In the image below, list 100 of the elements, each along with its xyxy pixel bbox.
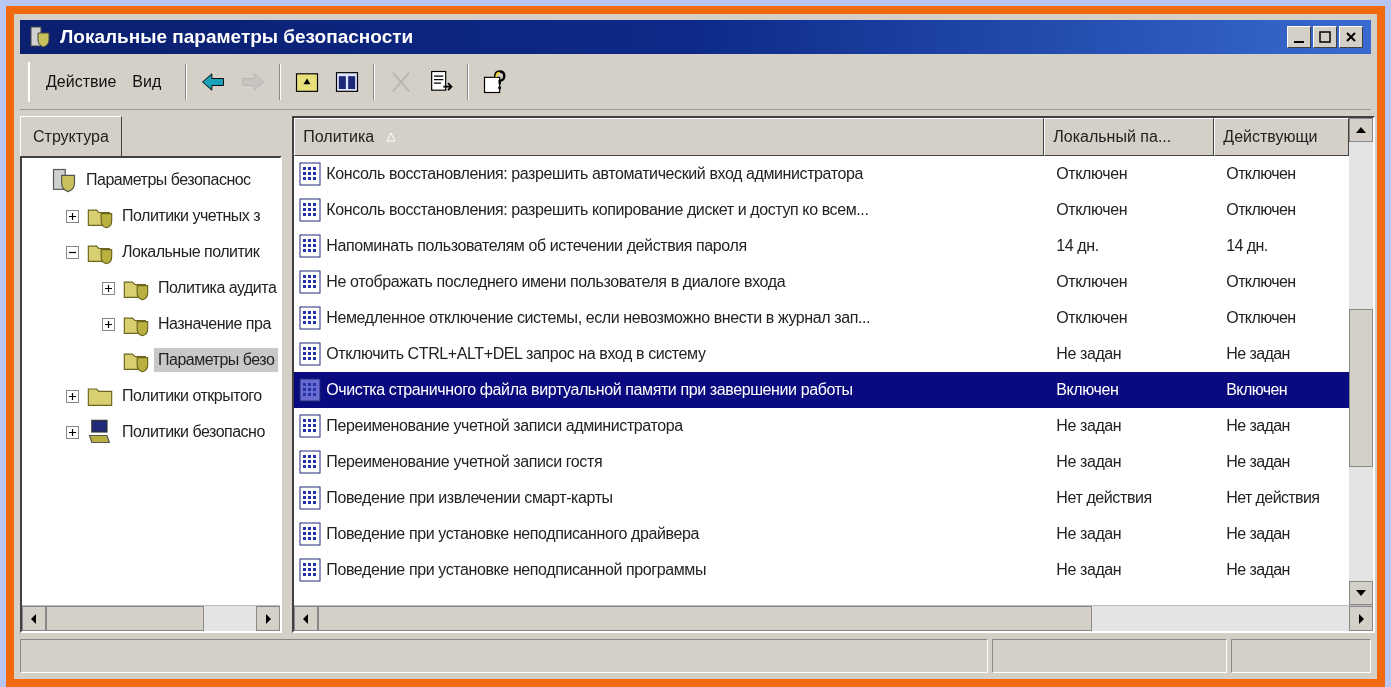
local-setting: Не задан (1055, 560, 1123, 580)
local-setting: Отключен (1055, 164, 1129, 184)
local-setting: Отключен (1055, 308, 1129, 328)
policy-name: Не отображать последнего имени пользователя в диалоге входа (326, 272, 786, 292)
local-setting: 14 дн. (1055, 236, 1100, 256)
tree-item[interactable]: Локальные политик (118, 240, 264, 264)
policy-row[interactable]: Напоминать пользователям об истечении действия пароля 14 дн. 14 дн. (294, 228, 1350, 264)
policy-row[interactable]: Поведение при извлечении смарт-карты Нет действия Нет действия (294, 480, 1350, 516)
policy-icon (298, 233, 323, 259)
tree-item[interactable]: Параметры безо (154, 348, 279, 372)
menu-item[interactable]: Вид (132, 69, 162, 94)
policy-row[interactable]: Консоль восстановления: разрешить автоматический вход администратора Отключен Отключен (294, 156, 1350, 192)
policy-row[interactable]: Поведение при установке неподписанного драйвера Не задан Не задан (294, 516, 1350, 552)
vertical-scrollbar[interactable] (1349, 118, 1374, 605)
local-setting: Включен (1055, 380, 1120, 400)
window-title: Локальные параметры безопасности (60, 24, 415, 49)
expander-toggle[interactable] (101, 317, 115, 331)
effective-setting: Отключен (1225, 200, 1297, 220)
plus-icon (67, 427, 77, 437)
scroll-up-icon (1356, 126, 1367, 134)
policy-row[interactable]: Немедленное отключение системы, если невозможно внести в журнал зап... Отключен Отключен (294, 300, 1350, 336)
local-setting: Не задан (1055, 524, 1123, 544)
local-setting: Не задан (1055, 416, 1123, 436)
expander-toggle[interactable] (65, 389, 79, 403)
local-setting: Отключен (1055, 272, 1129, 292)
expander-toggle[interactable] (65, 209, 79, 223)
column-header[interactable]: Локальный па... (1044, 118, 1215, 156)
policy-row[interactable]: Переименование учетной записи администратора Не задан Не задан (294, 408, 1350, 444)
policy-row[interactable]: Переименование учетной записи гостя Не задан Не задан (294, 444, 1350, 480)
column-header[interactable]: Действующи (1214, 118, 1350, 156)
policy-icon (298, 161, 323, 187)
policy-name: Напоминать пользователям об истечении действия пароля (326, 236, 747, 256)
menu-item[interactable]: Действие (46, 69, 117, 94)
policy-icon (298, 485, 323, 511)
policy-row[interactable]: Поведение при установке неподписанной программы Не задан Не задан (294, 552, 1350, 588)
policy-icon (298, 413, 323, 439)
plus-icon (103, 319, 113, 329)
scroll-down-icon (1356, 589, 1367, 597)
scroll-right-icon (1357, 613, 1366, 624)
policy-row[interactable]: Отключить CTRL+ALT+DEL запрос на вход в систему Не задан Не задан (294, 336, 1350, 372)
tree-item[interactable]: Политики учетных з (118, 204, 265, 228)
plus-icon (67, 211, 77, 221)
expander-toggle[interactable] (65, 425, 79, 439)
tree-item[interactable]: Политика аудита (154, 276, 281, 300)
local-setting: Не задан (1055, 452, 1123, 472)
policy-name: Поведение при извлечении смарт-карты (326, 488, 613, 508)
shield-computer-icon (50, 166, 78, 194)
tree-item[interactable]: Политики безопасно (118, 420, 269, 444)
policy-name: Переименование учетной записи гостя (326, 452, 603, 472)
plus-icon (67, 391, 77, 401)
effective-setting: Нет действия (1225, 488, 1321, 508)
policy-row[interactable]: Не отображать последнего имени пользователя в диалоге входа Отключен Отключен (294, 264, 1350, 300)
policy-name: Консоль восстановления: разрешить автоматический вход администратора (326, 164, 863, 184)
policy-icon (298, 305, 323, 331)
local-setting: Нет действия (1055, 488, 1153, 508)
scroll-left-icon (30, 613, 38, 624)
local-setting: Не задан (1055, 344, 1123, 364)
tree-item[interactable]: Назначение пра (154, 312, 275, 336)
effective-setting: Не задан (1225, 416, 1291, 436)
structure-tab[interactable]: Структура (20, 116, 122, 156)
policy-name: Очистка страничного файла виртуальной памяти при завершении работы (326, 380, 853, 400)
effective-setting: Отключен (1225, 308, 1297, 328)
effective-setting: Включен (1225, 380, 1288, 400)
close-button[interactable] (1339, 26, 1363, 48)
policy-icon (298, 557, 323, 583)
expander-toggle[interactable] (65, 245, 79, 259)
policy-name: Консоль восстановления: разрешить копирование дискет и доступ ко всем... (326, 200, 869, 220)
policy-name: Немедленное отключение системы, если невозможно внести в журнал зап... (326, 308, 871, 328)
effective-setting: 14 дн. (1225, 236, 1269, 256)
effective-setting: Не задан (1225, 524, 1291, 544)
local-setting: Отключен (1055, 200, 1129, 220)
maximize-button[interactable] (1313, 26, 1337, 48)
policy-icon (298, 341, 323, 367)
policy-row[interactable]: Консоль восстановления: разрешить копирование дискет и доступ ко всем... Отключен Отключен (294, 192, 1350, 228)
tree-item[interactable]: Политики открытого (118, 384, 266, 408)
policy-row[interactable]: Очистка страничного файла виртуальной памяти при завершении работы Включен Включен (294, 372, 1350, 408)
tree-item[interactable]: Параметры безопаснос (82, 168, 255, 192)
close-icon (1345, 31, 1357, 43)
policy-name: Отключить CTRL+ALT+DEL запрос на вход в систему (326, 344, 706, 364)
effective-setting: Отключен (1225, 272, 1297, 292)
policy-icon (298, 521, 323, 547)
tree-scrollbar[interactable] (22, 605, 281, 631)
scroll-left-icon (302, 613, 311, 624)
effective-setting: Не задан (1225, 560, 1291, 580)
policy-name: Переименование учетной записи администратора (326, 416, 683, 436)
expander-toggle[interactable] (101, 281, 115, 295)
effective-setting: Не задан (1225, 452, 1291, 472)
list-scrollbar[interactable] (294, 605, 1374, 631)
maximize-icon (1319, 31, 1331, 43)
policy-name: Поведение при установке неподписанной программы (326, 560, 706, 580)
app-icon (28, 25, 52, 49)
policy-icon (298, 449, 323, 475)
plus-icon (103, 283, 113, 293)
column-header[interactable]: Политика (294, 118, 1045, 156)
policy-icon (298, 377, 323, 403)
minimize-button[interactable] (1287, 26, 1311, 48)
policy-name: Поведение при установке неподписанного драйвера (326, 524, 699, 544)
sort-ascending-icon (386, 132, 397, 142)
policy-icon (298, 269, 323, 295)
policy-icon (298, 197, 323, 223)
